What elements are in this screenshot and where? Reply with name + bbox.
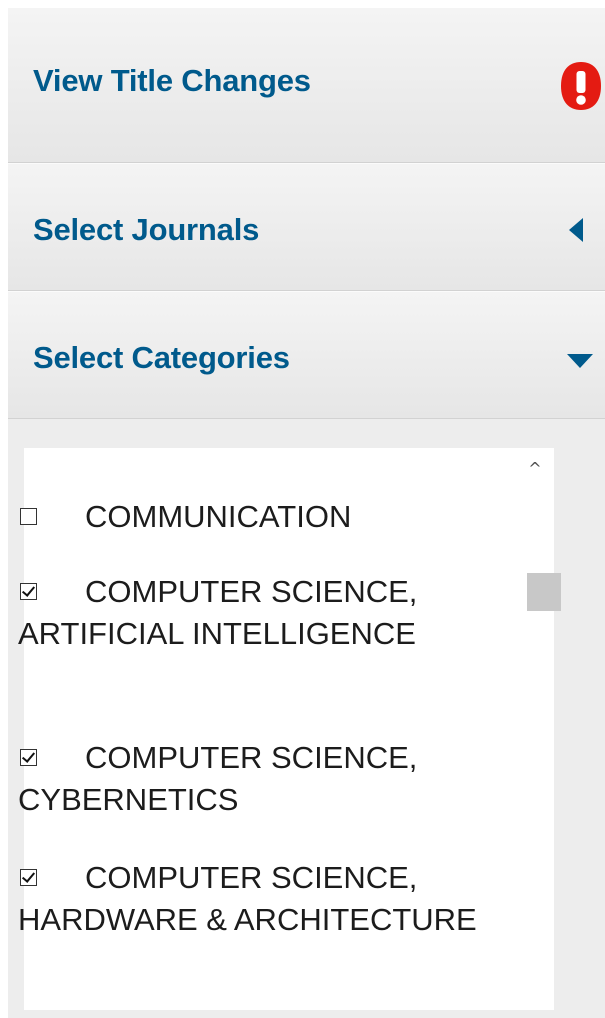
checkbox[interactable] — [20, 869, 37, 886]
category-item[interactable]: COMMUNICATION — [18, 496, 488, 538]
select-journals-label: Select Journals — [33, 212, 260, 247]
select-journals-header[interactable]: Select Journals — [8, 163, 605, 291]
category-label: COMPUTER SCIENCE, ARTIFICIAL INTELLIGENC… — [18, 574, 418, 651]
scrollbar-thumb[interactable] — [527, 573, 561, 611]
category-label: COMPUTER SCIENCE, HARDWARE & ARCHITECTUR… — [18, 860, 477, 937]
caret-left-icon — [569, 218, 583, 242]
category-item[interactable]: COMPUTER SCIENCE, CYBERNETICS — [18, 737, 488, 821]
category-item[interactable]: COMPUTER SCIENCE, ARTIFICIAL INTELLIGENC… — [18, 571, 488, 655]
checkbox[interactable] — [20, 508, 37, 525]
select-categories-header[interactable]: Select Categories — [8, 291, 605, 419]
view-title-changes-header[interactable]: View Title Changes — [8, 8, 605, 163]
select-categories-label: Select Categories — [33, 340, 290, 375]
category-label: COMPUTER SCIENCE, CYBERNETICS — [18, 740, 418, 817]
checkbox[interactable] — [20, 749, 37, 766]
checkbox[interactable] — [20, 583, 37, 600]
scroll-up-icon[interactable]: ^ — [528, 461, 542, 477]
category-label: COMMUNICATION — [85, 499, 352, 534]
alert-icon — [561, 62, 601, 110]
category-item[interactable]: COMPUTER SCIENCE, HARDWARE & ARCHITECTUR… — [18, 857, 488, 941]
caret-down-icon — [567, 354, 593, 368]
view-title-changes-label: View Title Changes — [33, 63, 311, 98]
